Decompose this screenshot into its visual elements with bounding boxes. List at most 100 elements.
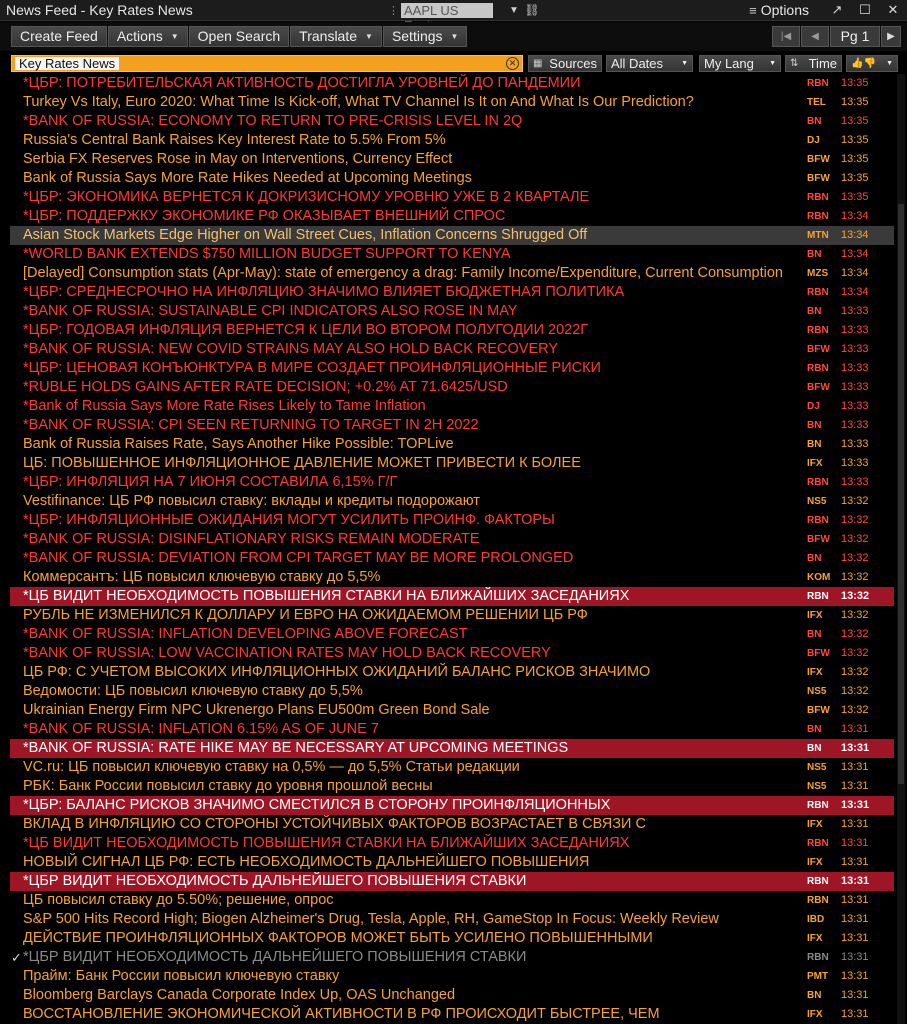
news-row[interactable]: *ЦБР: ЭКОНОМИКА ВЕРНЕТСЯ К ДОКРИЗИСНОМУ … <box>10 188 894 207</box>
news-row[interactable]: Ukrainian Energy Firm NPC Ukrenergo Plan… <box>10 701 894 720</box>
news-row[interactable]: *ЦБР: ГОДОВАЯ ИНФЛЯЦИЯ ВЕРНЕТСЯ К ЦЕЛИ В… <box>10 321 894 340</box>
news-headline[interactable]: *BANK OF RUSSIA: DEVIATION FROM CPI TARG… <box>23 549 793 568</box>
news-row[interactable]: *BANK OF RUSSIA: LOW VACCINATION RATES M… <box>10 644 894 663</box>
security-ticker-input[interactable]: AAPL US Equity <box>401 2 493 33</box>
news-row[interactable]: *BANK OF RUSSIA: CPI SEEN RETURNING TO T… <box>10 416 894 435</box>
news-headline[interactable]: Russia's Central Bank Raises Key Interes… <box>23 131 793 150</box>
news-row[interactable]: *BANK OF RUSSIA: INFLATION DEVELOPING AB… <box>10 625 894 644</box>
news-row[interactable]: *BANK OF RUSSIA: RATE HIKE MAY BE NECESS… <box>10 739 894 758</box>
news-row[interactable]: ДЕЙСТВИЕ ПРОИНФЛЯЦИОННЫХ ФАКТОРОВ МОЖЕТ … <box>10 929 894 948</box>
news-headline[interactable]: *ЦБР ВИДИТ НЕОБХОДИМОСТЬ ДАЛЬНЕЙШЕГО ПОВ… <box>23 948 793 967</box>
news-headline[interactable]: *ЦБР: ГОДОВАЯ ИНФЛЯЦИЯ ВЕРНЕТСЯ К ЦЕЛИ В… <box>23 321 793 340</box>
close-icon[interactable]: ✕ <box>879 2 907 18</box>
news-row[interactable]: ✓ *ЦБР ВИДИТ НЕОБХОДИМОСТЬ ДАЛЬНЕЙШЕГО ПО… <box>10 948 894 967</box>
prev-page-icon[interactable]: ◀ <box>801 26 829 47</box>
vertical-scrollbar[interactable] <box>897 74 905 1024</box>
news-row[interactable]: Vestifinance: ЦБ РФ повысил ставку: вкла… <box>10 492 894 511</box>
news-headline[interactable]: НОВЫЙ СИГНАЛ ЦБ РФ: ЕСТЬ НЕОБХОДИМОСТЬ Д… <box>23 853 793 872</box>
news-row[interactable]: ВКЛАД В ИНФЛЯЦИЮ СО СТОРОНЫ УСТОЙЧИВЫХ Ф… <box>10 815 894 834</box>
news-row[interactable]: *BANK OF RUSSIA: DEVIATION FROM CPI TARG… <box>10 549 894 568</box>
first-page-icon[interactable]: |◀ <box>772 26 800 47</box>
news-row[interactable]: Russia's Central Bank Raises Key Interes… <box>10 131 894 150</box>
news-headline[interactable]: Vestifinance: ЦБ РФ повысил ставку: вкла… <box>23 492 793 511</box>
news-row[interactable]: VC.ru: ЦБ повысил ключевую ставку на 0,5… <box>10 758 894 777</box>
news-row[interactable]: *ЦБР: ЦЕНОВАЯ КОНЪЮНКТУРА В МИРЕ СОЗДАЕТ… <box>10 359 894 378</box>
news-headline[interactable]: *ЦБР: БАЛАНС РИСКОВ ЗНАЧИМО СМЕСТИЛСЯ В … <box>23 796 793 815</box>
language-dropdown[interactable]: My Lang ▼ <box>699 55 781 72</box>
news-row[interactable]: Bloomberg Barclays Canada Corporate Inde… <box>10 986 894 1005</box>
news-headline[interactable]: ЦБ повысил ставку до 5.50%; решение, опр… <box>23 891 793 910</box>
sources-button[interactable]: ▦ Sources <box>528 55 602 72</box>
news-headline[interactable]: *BANK OF RUSSIA: DISINFLATIONARY RISKS R… <box>23 530 793 549</box>
news-row[interactable]: Bank of Russia Raises Rate, Says Another… <box>10 435 894 454</box>
news-row[interactable]: Turkey Vs Italy, Euro 2020: What Time Is… <box>10 93 894 112</box>
news-headline[interactable]: ВКЛАД В ИНФЛЯЦИЮ СО СТОРОНЫ УСТОЙЧИВЫХ Ф… <box>23 815 793 834</box>
news-headline[interactable]: Bloomberg Barclays Canada Corporate Inde… <box>23 986 793 1005</box>
translate-menu-button[interactable]: Translate ▼ <box>290 26 382 47</box>
ticker-dropdown-icon[interactable]: ▼ <box>505 5 523 16</box>
news-headline[interactable]: [Delayed] Consumption stats (Apr-May): s… <box>23 264 793 283</box>
news-headline[interactable]: ЦБ: ПОВЫШЕННОЕ ИНФЛЯЦИОННОЕ ДАВЛЕНИЕ МОЖ… <box>23 454 793 473</box>
news-row[interactable]: *ЦБР: ПОДДЕРЖКУ ЭКОНОМИКЕ РФ ОКАЗЫВАЕТ В… <box>10 207 894 226</box>
news-headline[interactable]: *WORLD BANK EXTENDS $750 MILLION BUDGET … <box>23 245 793 264</box>
news-headline[interactable]: *ЦБР: СРЕДНЕСРОЧНО НА ИНФЛЯЦИЮ ЗНАЧИМО В… <box>23 283 793 302</box>
news-row[interactable]: *ЦБР: ИНФЛЯЦИОННЫЕ ОЖИДАНИЯ МОГУТ УСИЛИТ… <box>10 511 894 530</box>
news-headline[interactable]: *Bank of Russia Says More Rate Rises Lik… <box>23 397 793 416</box>
news-row[interactable]: *ЦБР: ИНФЛЯЦИЯ НА 7 ИЮНЯ СОСТАВИЛА 6,15%… <box>10 473 894 492</box>
news-row[interactable]: *Bank of Russia Says More Rate Rises Lik… <box>10 397 894 416</box>
news-row[interactable]: Прайм: Банк России повысил ключевую став… <box>10 967 894 986</box>
open-search-button[interactable]: Open Search <box>188 26 290 47</box>
news-row[interactable]: *BANK OF RUSSIA: ECONOMY TO RETURN TO PR… <box>10 112 894 131</box>
news-headline[interactable]: *ЦБ ВИДИТ НЕОБХОДИМОСТЬ ПОВЫШЕНИЯ СТАВКИ… <box>23 834 793 853</box>
clear-search-icon[interactable]: ✕ <box>506 57 519 70</box>
news-headline[interactable]: *BANK OF RUSSIA: SUSTAINABLE CPI INDICAT… <box>23 302 793 321</box>
news-row[interactable]: РБК: Банк России повысил ставку до уровн… <box>10 777 894 796</box>
news-row[interactable]: ЦБ повысил ставку до 5.50%; решение, опр… <box>10 891 894 910</box>
news-row[interactable]: Asian Stock Markets Edge Higher on Wall … <box>10 226 894 245</box>
news-headline[interactable]: Bank of Russia Raises Rate, Says Another… <box>23 435 793 454</box>
news-row[interactable]: НОВЫЙ СИГНАЛ ЦБ РФ: ЕСТЬ НЕОБХОДИМОСТЬ Д… <box>10 853 894 872</box>
news-row[interactable]: ЦБ РФ: С УЧЕТОМ ВЫСОКИХ ИНФЛЯЦИОННЫХ ОЖИ… <box>10 663 894 682</box>
sort-time-button[interactable]: ⇅ Time <box>785 55 842 72</box>
news-headline[interactable]: Прайм: Банк России повысил ключевую став… <box>23 967 793 986</box>
news-row[interactable]: *BANK OF RUSSIA: INFLATION 6.15% AS OF J… <box>10 720 894 739</box>
news-row[interactable]: [Delayed] Consumption stats (Apr-May): s… <box>10 264 894 283</box>
dates-dropdown[interactable]: All Dates ▼ <box>606 55 693 72</box>
popout-icon[interactable]: ↗ <box>823 2 851 18</box>
news-headline[interactable]: *ЦБР: ЭКОНОМИКА ВЕРНЕТСЯ К ДОКРИЗИСНОМУ … <box>23 188 793 207</box>
news-headline[interactable]: Ведомости: ЦБ повысил ключевую ставку до… <box>23 682 793 701</box>
news-headline[interactable]: *BANK OF RUSSIA: CPI SEEN RETURNING TO T… <box>23 416 793 435</box>
news-headline[interactable]: Ukrainian Energy Firm NPC Ukrenergo Plan… <box>23 701 793 720</box>
news-headline[interactable]: VC.ru: ЦБ повысил ключевую ставку на 0,5… <box>23 758 793 777</box>
news-headline[interactable]: ЦБ РФ: С УЧЕТОМ ВЫСОКИХ ИНФЛЯЦИОННЫХ ОЖИ… <box>23 663 793 682</box>
link-icon[interactable]: ⛓ <box>523 3 541 17</box>
news-row[interactable]: *ЦБ ВИДИТ НЕОБХОДИМОСТЬ ПОВЫШЕНИЯ СТАВКИ… <box>10 834 894 853</box>
news-row[interactable]: *ЦБР: СРЕДНЕСРОЧНО НА ИНФЛЯЦИЮ ЗНАЧИМО В… <box>10 283 894 302</box>
news-row[interactable]: *RUBLE HOLDS GAINS AFTER RATE DECISION; … <box>10 378 894 397</box>
news-headline[interactable]: *ЦБР: ПОТРЕБИТЕЛЬСКАЯ АКТИВНОСТЬ ДОСТИГЛ… <box>23 74 793 93</box>
news-headline[interactable]: Bank of Russia Says More Rate Hikes Need… <box>23 169 793 188</box>
news-row[interactable]: ВОССТАНОВЛЕНИЕ ЭКОНОМИЧЕСКОЙ АКТИВНОСТИ … <box>10 1005 894 1024</box>
next-page-icon[interactable]: ▶ <box>881 26 901 47</box>
news-row[interactable]: *ЦБР ВИДИТ НЕОБХОДИМОСТЬ ДАЛЬНЕЙШЕГО ПОВ… <box>10 872 894 891</box>
news-headline[interactable]: *BANK OF RUSSIA: ECONOMY TO RETURN TO PR… <box>23 112 793 131</box>
news-row[interactable]: Bank of Russia Says More Rate Hikes Need… <box>10 169 894 188</box>
news-headline[interactable]: *RUBLE HOLDS GAINS AFTER RATE DECISION; … <box>23 378 793 397</box>
news-headline[interactable]: Коммерсантъ: ЦБ повысил ключевую ставку … <box>23 568 793 587</box>
news-row[interactable]: *BANK OF RUSSIA: NEW COVID STRAINS MAY A… <box>10 340 894 359</box>
news-row[interactable]: *BANK OF RUSSIA: DISINFLATIONARY RISKS R… <box>10 530 894 549</box>
rating-menu-button[interactable]: 👍👎 ▼ <box>846 55 898 72</box>
news-headline[interactable]: *ЦБР ВИДИТ НЕОБХОДИМОСТЬ ДАЛЬНЕЙШЕГО ПОВ… <box>23 872 793 891</box>
news-headline[interactable]: S&P 500 Hits Record High; Biogen Alzheim… <box>23 910 793 929</box>
news-row[interactable]: РУБЛЬ НЕ ИЗМЕНИЛСЯ К ДОЛЛАРУ И ЕВРО НА О… <box>10 606 894 625</box>
news-row[interactable]: Ведомости: ЦБ повысил ключевую ставку до… <box>10 682 894 701</box>
maximize-icon[interactable]: ☐ <box>851 2 879 18</box>
news-headline[interactable]: *BANK OF RUSSIA: INFLATION DEVELOPING AB… <box>23 625 793 644</box>
news-row[interactable]: S&P 500 Hits Record High; Biogen Alzheim… <box>10 910 894 929</box>
news-headline[interactable]: ВОССТАНОВЛЕНИЕ ЭКОНОМИЧЕСКОЙ АКТИВНОСТИ … <box>23 1005 793 1024</box>
news-row[interactable]: ЦБ: ПОВЫШЕННОЕ ИНФЛЯЦИОННОЕ ДАВЛЕНИЕ МОЖ… <box>10 454 894 473</box>
news-row[interactable]: Коммерсантъ: ЦБ повысил ключевую ставку … <box>10 568 894 587</box>
news-row[interactable]: *BANK OF RUSSIA: SUSTAINABLE CPI INDICAT… <box>10 302 894 321</box>
news-headline[interactable]: *BANK OF RUSSIA: NEW COVID STRAINS MAY A… <box>23 340 793 359</box>
news-headline[interactable]: Serbia FX Reserves Rose in May on Interv… <box>23 150 793 169</box>
